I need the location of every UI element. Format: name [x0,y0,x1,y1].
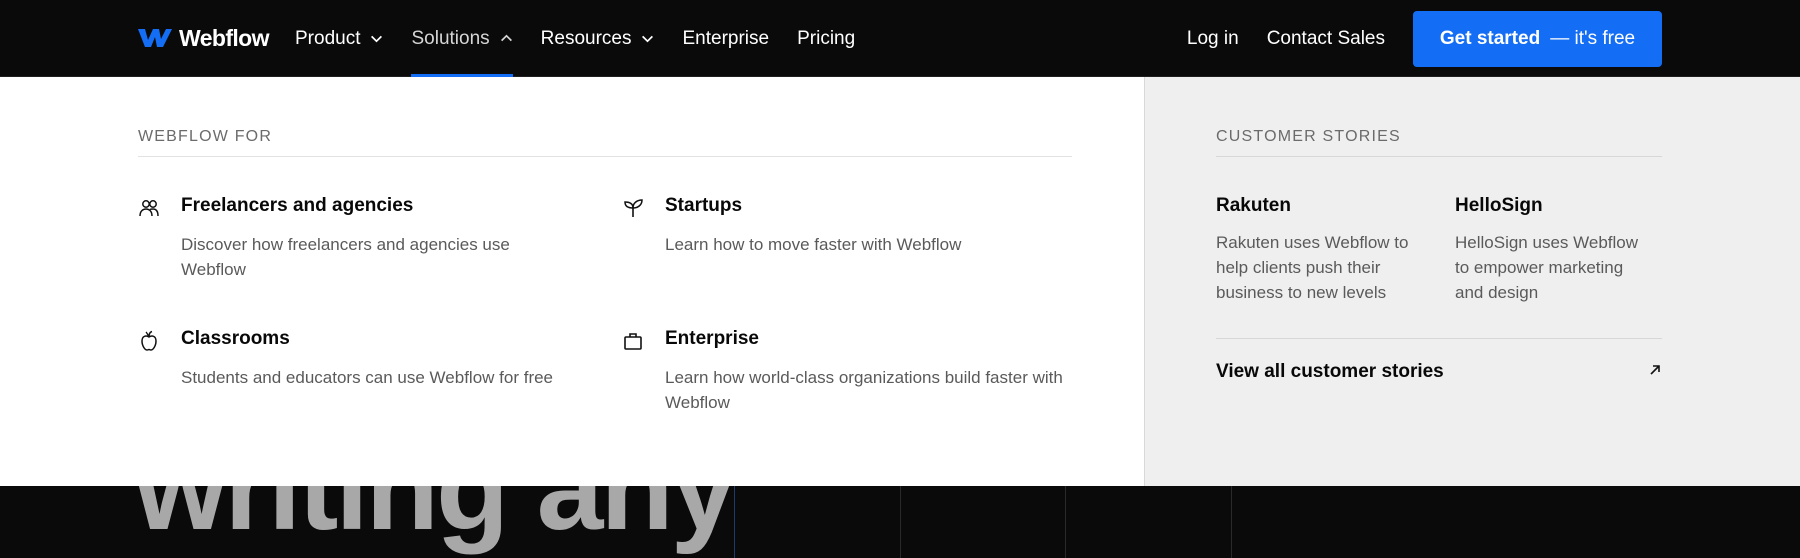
chevron-down-icon [642,35,654,43]
main-nav: Product Solutions Resources Enterprise P… [281,0,869,77]
header-actions: Log in Contact Sales Get started — it's … [1187,0,1800,77]
solution-description: Learn how world-class organizations buil… [665,368,1063,412]
solution-title: Startups [665,195,743,216]
solution-description: Discover how freelancers and agencies us… [181,235,510,279]
solution-enterprise[interactable]: Enterprise Learn how world-class organiz… [622,328,1072,412]
login-link[interactable]: Log in [1187,28,1239,50]
chevron-up-icon [500,34,512,42]
hero-grid-line [1231,486,1232,558]
section-divider [1216,156,1662,157]
webflow-logo[interactable]: Webflow [137,24,270,52]
solution-title: Classrooms [181,328,290,349]
story-rakuten[interactable]: Rakuten Rakuten uses Webflow to help cli… [1216,195,1426,305]
solution-classrooms[interactable]: Classrooms Students and educators can us… [138,328,588,388]
story-title: HelloSign [1455,195,1543,216]
solution-freelancers[interactable]: Freelancers and agencies Discover how fr… [138,195,588,279]
apple-icon [141,330,157,351]
nav-pricing[interactable]: Pricing [783,0,869,77]
story-description: Rakuten uses Webflow to help clients pus… [1216,233,1409,302]
solution-title: Enterprise [665,328,759,349]
nav-resources-label: Resources [540,27,632,49]
nav-product-label: Product [295,27,361,49]
get-started-button[interactable]: Get started — it's free [1413,10,1662,67]
nav-resources[interactable]: Resources [527,0,669,77]
story-hellosign[interactable]: HelloSign HelloSign uses Webflow to empo… [1455,195,1655,305]
nav-product[interactable]: Product [281,0,397,77]
nav-pricing-label: Pricing [797,27,856,49]
contact-sales-link[interactable]: Contact Sales [1267,28,1385,50]
hero-headline-fragment: writing any [134,478,735,555]
section-divider [138,156,1072,157]
hero-grid-line [734,486,735,558]
solutions-dropdown: WEBFLOW FOR Freelancers and agencies Dis… [0,77,1800,486]
chevron-down-icon [371,35,383,43]
webflow-logo-mark-icon [138,29,172,47]
arrow-up-right-icon [1650,365,1660,375]
solution-startups[interactable]: Startups Learn how to move faster with W… [622,195,1072,275]
stories-divider [1216,338,1662,339]
hero-grid-line [1065,486,1066,558]
story-description: HelloSign uses Webflow to empower market… [1455,233,1638,302]
solution-description: Learn how to move faster with Webflow [665,235,962,254]
hero-grid-line [900,486,901,558]
solution-title: Freelancers and agencies [181,195,414,216]
site-header: Webflow Product Solutions Resources Ente… [0,0,1800,77]
nav-solutions-label: Solutions [411,27,490,49]
get-started-sublabel: — it's free [1550,27,1636,49]
view-all-stories-link[interactable]: View all customer stories [1216,361,1662,389]
section-heading: WEBFLOW FOR [138,128,273,145]
logo-wordmark: Webflow [179,24,270,51]
nav-enterprise[interactable]: Enterprise [668,0,783,77]
briefcase-icon [624,333,642,350]
webflow-for-section: WEBFLOW FOR Freelancers and agencies Dis… [0,77,1144,486]
story-title: Rakuten [1216,195,1291,216]
sprout-icon [624,199,643,217]
view-all-label: View all customer stories [1216,361,1444,382]
nav-enterprise-label: Enterprise [682,27,770,49]
people-icon [139,200,159,217]
nav-solutions[interactable]: Solutions [397,0,526,77]
solution-description: Students and educators can use Webflow f… [181,368,554,387]
section-heading: CUSTOMER STORIES [1216,128,1401,145]
get-started-label: Get started [1439,27,1541,49]
